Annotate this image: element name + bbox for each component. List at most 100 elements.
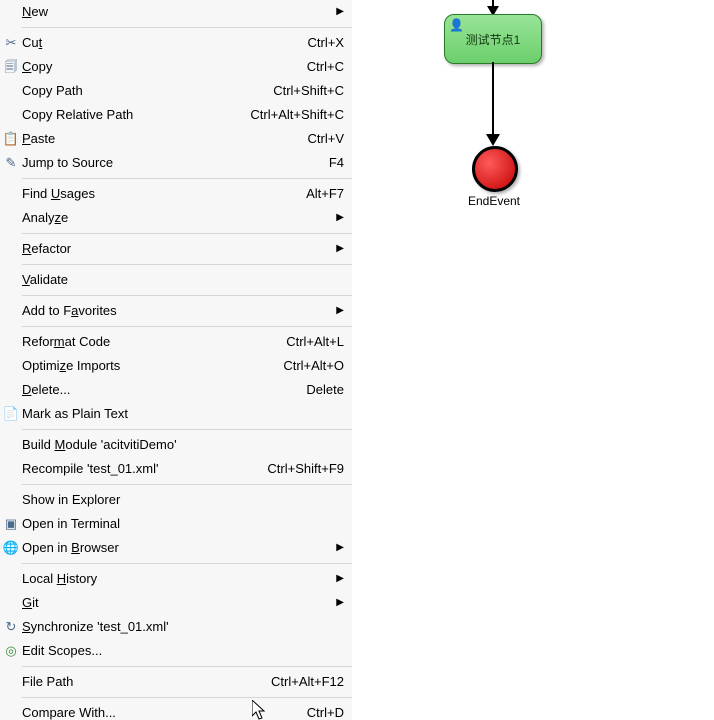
menu-reformat-label: Reformat Code (22, 330, 272, 354)
menu-compare[interactable]: Compare With... Ctrl+D (0, 701, 352, 720)
end-event-node[interactable] (472, 146, 518, 192)
diagram-canvas[interactable]: 👤 测试节点1 EndEvent (352, 0, 714, 720)
menu-new[interactable]: New ▶ (0, 0, 352, 24)
menu-copyrelpath[interactable]: Copy Relative Path Ctrl+Alt+Shift+C (0, 103, 352, 127)
user-icon: 👤 (449, 18, 464, 32)
menu-validate-label: Validate (22, 268, 344, 292)
menu-reformat-shortcut: Ctrl+Alt+L (272, 330, 344, 354)
menu-git-label: Git (22, 591, 334, 615)
menu-jump-shortcut: F4 (315, 151, 344, 175)
menu-delete-shortcut: Delete (292, 378, 344, 402)
menu-filepath[interactable]: File Path Ctrl+Alt+F12 (0, 670, 352, 694)
separator (22, 484, 352, 485)
cut-icon (0, 31, 22, 55)
menu-copyrelpath-label: Copy Relative Path (22, 103, 236, 127)
menu-validate[interactable]: Validate (0, 268, 352, 292)
menu-findusages-label: Find Usages (22, 182, 292, 206)
menu-cut[interactable]: Cut Ctrl+X (0, 31, 352, 55)
separator (22, 563, 352, 564)
menu-recompile-shortcut: Ctrl+Shift+F9 (253, 457, 344, 481)
menu-localhistory-label: Local History (22, 567, 334, 591)
menu-optimize[interactable]: Optimize Imports Ctrl+Alt+O (0, 354, 352, 378)
separator (22, 27, 352, 28)
jump-icon (0, 151, 22, 175)
menu-editscopes[interactable]: Edit Scopes... (0, 639, 352, 663)
menu-recompile[interactable]: Recompile 'test_01.xml' Ctrl+Shift+F9 (0, 457, 352, 481)
separator (22, 178, 352, 179)
menu-git[interactable]: Git ▶ (0, 591, 352, 615)
menu-copypath-label: Copy Path (22, 79, 259, 103)
menu-localhistory[interactable]: Local History ▶ (0, 567, 352, 591)
paste-icon (0, 127, 22, 151)
menu-synchronize[interactable]: Synchronize 'test_01.xml' (0, 615, 352, 639)
menu-cut-shortcut: Ctrl+X (294, 31, 344, 55)
user-task-node-label: 测试节点1 (466, 31, 521, 48)
menu-jump-label: Jump to Source (22, 151, 315, 175)
menu-paste-label: Paste (22, 127, 294, 151)
submenu-arrow-icon: ▶ (334, 0, 344, 24)
menu-findusages[interactable]: Find Usages Alt+F7 (0, 182, 352, 206)
copy-icon (0, 55, 22, 79)
menu-copypath[interactable]: Copy Path Ctrl+Shift+C (0, 79, 352, 103)
menu-buildmodule-label: Build Module 'acitvitiDemo' (22, 433, 344, 457)
menu-new-label: New (22, 0, 334, 24)
menu-browser-label: Open in Browser (22, 536, 334, 560)
menu-refactor[interactable]: Refactor ▶ (0, 237, 352, 261)
menu-filepath-label: File Path (22, 670, 257, 694)
separator (22, 697, 352, 698)
menu-favorites[interactable]: Add to Favorites ▶ (0, 299, 352, 323)
menu-cut-label: Cut (22, 31, 294, 55)
menu-refactor-label: Refactor (22, 237, 334, 261)
menu-reformat[interactable]: Reformat Code Ctrl+Alt+L (0, 330, 352, 354)
menu-optimize-shortcut: Ctrl+Alt+O (269, 354, 344, 378)
connector-line (492, 62, 494, 136)
separator (22, 326, 352, 327)
separator (22, 264, 352, 265)
submenu-arrow-icon: ▶ (334, 206, 344, 230)
menu-copy-label: Copy (22, 55, 293, 79)
separator (22, 233, 352, 234)
sync-icon (0, 615, 22, 639)
menu-analyze[interactable]: Analyze ▶ (0, 206, 352, 230)
menu-terminal-label: Open in Terminal (22, 512, 344, 536)
separator (22, 429, 352, 430)
menu-showexplorer-label: Show in Explorer (22, 488, 344, 512)
menu-paste[interactable]: Paste Ctrl+V (0, 127, 352, 151)
submenu-arrow-icon: ▶ (334, 299, 344, 323)
connector-arrow-icon (486, 134, 500, 146)
submenu-arrow-icon: ▶ (334, 567, 344, 591)
terminal-icon (0, 512, 22, 536)
menu-copy-shortcut: Ctrl+C (293, 55, 344, 79)
menu-browser[interactable]: Open in Browser ▶ (0, 536, 352, 560)
globe-icon (0, 536, 22, 560)
menu-terminal[interactable]: Open in Terminal (0, 512, 352, 536)
plaintext-icon (0, 402, 22, 426)
menu-buildmodule[interactable]: Build Module 'acitvitiDemo' (0, 433, 352, 457)
submenu-arrow-icon: ▶ (334, 536, 344, 560)
submenu-arrow-icon: ▶ (334, 237, 344, 261)
menu-filepath-shortcut: Ctrl+Alt+F12 (257, 670, 344, 694)
menu-paste-shortcut: Ctrl+V (294, 127, 344, 151)
menu-analyze-label: Analyze (22, 206, 334, 230)
end-event-label: EndEvent (456, 194, 532, 208)
context-menu: New ▶ Cut Ctrl+X Copy Ctrl+C Copy Path C… (0, 0, 353, 720)
menu-jump[interactable]: Jump to Source F4 (0, 151, 352, 175)
menu-plaintext-label: Mark as Plain Text (22, 402, 344, 426)
menu-editscopes-label: Edit Scopes... (22, 639, 344, 663)
submenu-arrow-icon: ▶ (334, 591, 344, 615)
menu-findusages-shortcut: Alt+F7 (292, 182, 344, 206)
menu-copypath-shortcut: Ctrl+Shift+C (259, 79, 344, 103)
menu-plaintext[interactable]: Mark as Plain Text (0, 402, 352, 426)
menu-compare-shortcut: Ctrl+D (293, 701, 344, 720)
menu-showexplorer[interactable]: Show in Explorer (0, 488, 352, 512)
menu-delete-label: Delete... (22, 378, 292, 402)
menu-delete[interactable]: Delete... Delete (0, 378, 352, 402)
menu-favorites-label: Add to Favorites (22, 299, 334, 323)
user-task-node[interactable]: 👤 测试节点1 (444, 14, 542, 64)
menu-copy[interactable]: Copy Ctrl+C (0, 55, 352, 79)
separator (22, 295, 352, 296)
menu-synchronize-label: Synchronize 'test_01.xml' (22, 615, 344, 639)
scope-icon (0, 639, 22, 663)
menu-optimize-label: Optimize Imports (22, 354, 269, 378)
menu-compare-label: Compare With... (22, 701, 293, 720)
